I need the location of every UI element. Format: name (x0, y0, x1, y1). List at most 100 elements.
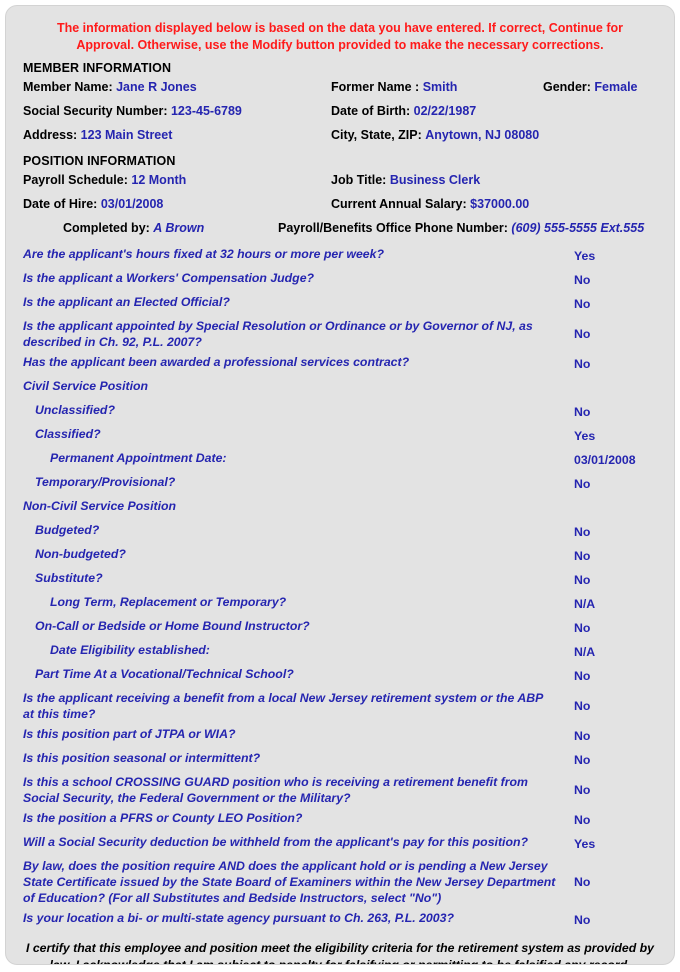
question-row: Are the applicant's hours fixed at 32 ho… (6, 244, 666, 268)
gender-label: Gender: (543, 80, 591, 94)
question-answer: No (574, 549, 591, 563)
question-answer: No (574, 669, 591, 683)
question-row: Is the position a PFRS or County LEO Pos… (6, 808, 666, 832)
question-text: Non-budgeted? (35, 547, 126, 561)
question-answer: No (574, 327, 591, 341)
current-annual-salary-label: Current Annual Salary: (331, 197, 467, 211)
question-text: Long Term, Replacement or Temporary? (50, 595, 287, 609)
question-text: Temporary/Provisional? (35, 475, 176, 489)
question-text: Is the applicant receiving a benefit fro… (23, 691, 543, 721)
address-row: Address: 123 Main Street City, State, ZI… (6, 125, 674, 149)
question-answer: No (574, 525, 591, 539)
question-row: Date Eligibility established: N/A (6, 640, 666, 664)
question-text: Non-Civil Service Position (23, 499, 177, 513)
question-answer: N/A (574, 597, 596, 611)
question-answer: No (574, 405, 591, 419)
former-name-label: Former Name : (331, 80, 420, 94)
completed-by-label: Completed by: (63, 221, 150, 235)
former-name-value: Smith (422, 80, 458, 94)
member-name-value: Jane R Jones (116, 80, 197, 94)
question-answer: No (574, 477, 591, 491)
date-of-hire-label: Date of Hire: (23, 197, 98, 211)
question-answer: No (574, 573, 591, 587)
address-label: Address: (23, 128, 78, 142)
question-text: Is the position a PFRS or County LEO Pos… (23, 811, 303, 825)
question-answer: No (574, 699, 591, 713)
question-answer: No (574, 753, 591, 767)
gender-value: Female (594, 80, 638, 94)
form-panel: The information displayed below is based… (5, 5, 675, 965)
completed-by-value: A Brown (153, 221, 205, 235)
question-answer: No (574, 875, 591, 889)
question-text: Substitute? (35, 571, 103, 585)
question-answer: Yes (574, 249, 596, 263)
question-text: Is the applicant appointed by Special Re… (23, 319, 533, 349)
payroll-schedule-value: 12 Month (131, 173, 187, 187)
question-answer: Yes (574, 429, 596, 443)
payroll-schedule-row: Payroll Schedule: 12 Month Job Title: Bu… (6, 170, 674, 194)
question-row: By law, does the position require AND do… (6, 856, 666, 908)
address-value: 123 Main Street (80, 128, 173, 142)
question-text: Are the applicant's hours fixed at 32 ho… (23, 247, 384, 261)
question-text: Is your location a bi- or multi-state ag… (23, 911, 454, 925)
question-row: Substitute? No (6, 568, 666, 592)
city-state-zip-label: City, State, ZIP: (331, 128, 422, 142)
question-row: Unclassified? No (6, 400, 666, 424)
job-title-value: Business Clerk (389, 173, 481, 187)
date-of-hire-row: Date of Hire: 03/01/2008 Current Annual … (6, 194, 674, 218)
completed-by-row: Completed by: A Brown Payroll/Benefits O… (6, 218, 674, 242)
question-row: Is the applicant receiving a benefit fro… (6, 688, 666, 724)
question-row: Non-budgeted? No (6, 544, 666, 568)
member-name-row: Member Name: Jane R Jones Former Name : … (6, 77, 674, 101)
question-answer: Yes (574, 837, 596, 851)
certification-text: I certify that this employee and positio… (26, 941, 654, 965)
question-answer: No (574, 783, 591, 797)
payroll-schedule-label: Payroll Schedule: (23, 173, 128, 187)
job-title-label: Job Title: (331, 173, 387, 187)
question-row: Is your location a bi- or multi-state ag… (6, 908, 666, 932)
question-text: Is the applicant an Elected Official? (23, 295, 230, 309)
notice-banner: The information displayed below is based… (56, 21, 624, 52)
question-row: Is the applicant an Elected Official? No (6, 292, 666, 316)
date-of-birth-label: Date of Birth: (331, 104, 411, 118)
question-list: Are the applicant's hours fixed at 32 ho… (6, 242, 674, 932)
date-of-hire-value: 03/01/2008 (100, 197, 164, 211)
question-row: Temporary/Provisional? No (6, 472, 666, 496)
question-text: Unclassified? (35, 403, 115, 417)
question-text: Is the applicant a Workers' Compensation… (23, 271, 315, 285)
question-text: Permanent Appointment Date: (50, 451, 227, 465)
question-text: On-Call or Bedside or Home Bound Instruc… (35, 619, 310, 633)
question-answer: No (574, 273, 591, 287)
question-answer: No (574, 813, 591, 827)
question-text: Has the applicant been awarded a profess… (23, 355, 410, 369)
question-row: Will a Social Security deduction be with… (6, 832, 666, 856)
question-answer: No (574, 621, 591, 635)
question-text: Budgeted? (35, 523, 100, 537)
question-text: Classified? (35, 427, 101, 441)
question-answer: No (574, 913, 591, 927)
question-text: Is this position part of JTPA or WIA? (23, 727, 236, 741)
question-answer: No (574, 297, 591, 311)
question-text: Civil Service Position (23, 379, 149, 393)
question-row: Is this position part of JTPA or WIA? No (6, 724, 666, 748)
question-row: Part Time At a Vocational/Technical Scho… (6, 664, 666, 688)
question-text: By law, does the position require AND do… (23, 859, 556, 905)
question-row: Is this a school CROSSING GUARD position… (6, 772, 666, 808)
question-row: On-Call or Bedside or Home Bound Instruc… (6, 616, 666, 640)
question-row: Is the applicant a Workers' Compensation… (6, 268, 666, 292)
question-row: Budgeted? No (6, 520, 666, 544)
member-name-label: Member Name: (23, 80, 113, 94)
question-row: Long Term, Replacement or Temporary? N/A (6, 592, 666, 616)
question-text: Will a Social Security deduction be with… (23, 835, 528, 849)
ssn-value: 123-45-6789 (170, 104, 242, 118)
question-answer: No (574, 357, 591, 371)
question-row: Permanent Appointment Date: 03/01/2008 (6, 448, 666, 472)
question-answer: No (574, 729, 591, 743)
question-answer: 03/01/2008 (574, 453, 636, 467)
question-text: Is this position seasonal or intermitten… (23, 751, 261, 765)
member-information-heading: MEMBER INFORMATION (23, 61, 172, 75)
payroll-phone-label: Payroll/Benefits Office Phone Number: (278, 221, 508, 235)
question-row: Non-Civil Service Position (6, 496, 666, 520)
current-annual-salary-value: $37000.00 (470, 197, 530, 211)
position-information-heading: POSITION INFORMATION (23, 154, 176, 168)
